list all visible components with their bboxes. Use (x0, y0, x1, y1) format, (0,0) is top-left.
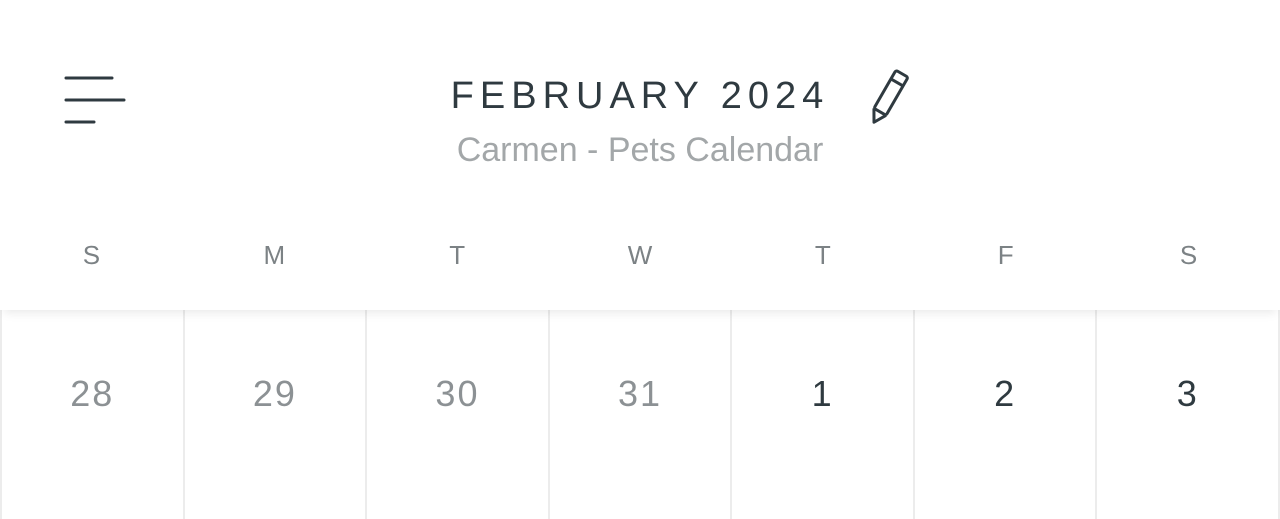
pencil-icon (872, 69, 909, 124)
calendar-subtitle: Carmen - Pets Calendar (456, 131, 824, 169)
weekday-header-row: S M T W T F S (0, 232, 1280, 278)
day-number: 29 (252, 373, 297, 414)
weekday-label-sun: S (82, 240, 101, 270)
weekday-label-fri: F (997, 240, 1014, 270)
day-number: 1 (811, 373, 834, 414)
weekday-label-tue: T (449, 240, 466, 270)
day-number: 30 (435, 373, 480, 414)
day-cell[interactable]: 2 (915, 310, 1098, 519)
weekday-label-wed: W (627, 240, 653, 270)
title-wrap: FEBRUARY 2024 (0, 70, 1280, 122)
day-cell[interactable]: 1 (732, 310, 915, 519)
day-cell[interactable]: 3 (1097, 310, 1280, 519)
day-number: 3 (1176, 373, 1199, 414)
edit-calendar-button[interactable] (862, 66, 914, 130)
day-cell[interactable]: 30 (367, 310, 550, 519)
calendar-week-row: 28 29 30 31 1 2 3 (0, 310, 1280, 519)
calendar-header: FEBRUARY 2024 Carmen - Pets Calendar S M… (0, 0, 1280, 310)
day-cell[interactable]: 31 (550, 310, 733, 519)
calendar-app: FEBRUARY 2024 Carmen - Pets Calendar S M… (0, 0, 1280, 519)
day-cell[interactable]: 29 (185, 310, 368, 519)
weekday-label-thu: T (814, 240, 831, 270)
day-number: 31 (618, 373, 663, 414)
day-number: 2 (994, 373, 1017, 414)
day-cell[interactable]: 28 (0, 310, 185, 519)
weekday-label-mon: M (263, 240, 286, 270)
weekday-label-sat: S (1179, 240, 1198, 270)
day-number: 28 (70, 373, 115, 414)
month-title[interactable]: FEBRUARY 2024 (451, 70, 830, 122)
